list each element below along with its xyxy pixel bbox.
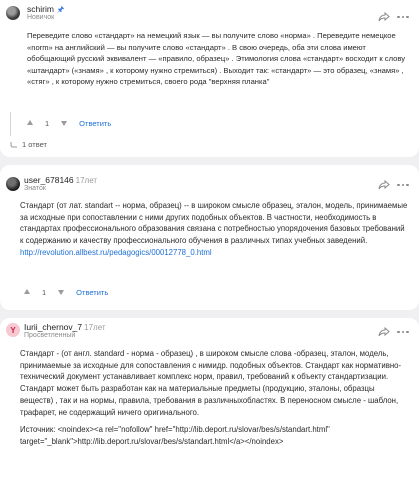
- reply-button[interactable]: Ответить: [76, 288, 108, 297]
- comment-time: 17лет: [75, 176, 98, 185]
- comment-body: Переведите слово «стандарт» на немецкий …: [27, 31, 405, 87]
- user-rank: Просветленный: [24, 332, 76, 339]
- vote-count: 1: [45, 118, 50, 128]
- replies-count: 1 ответ: [22, 140, 47, 149]
- thumb-down-icon[interactable]: [59, 118, 69, 128]
- comment-body: Стандарт (от лат. standart -- норма, обр…: [20, 200, 409, 259]
- thread-line: [10, 112, 11, 136]
- comment-text: Стандарт (от лат. standart -- норма, обр…: [20, 201, 408, 246]
- thumb-up-icon[interactable]: [25, 118, 35, 128]
- comment-card: Y Iurii_chernov_7 17лет Просветленный Ста…: [0, 318, 419, 498]
- user-rank: Знаток: [24, 185, 46, 192]
- comment-actions: 1 Ответить: [25, 116, 111, 130]
- pin-icon: 🖈︎: [56, 5, 65, 14]
- avatar[interactable]: [6, 6, 20, 20]
- replies-toggle[interactable]: 1 ответ: [10, 112, 47, 149]
- more-icon[interactable]: [396, 11, 410, 23]
- comment-card: user_678146 17лет Знаток Стандарт (от лат…: [0, 165, 419, 310]
- more-icon[interactable]: [396, 326, 410, 338]
- comment-time: 17лет: [84, 323, 106, 332]
- share-icon[interactable]: [377, 326, 391, 338]
- avatar[interactable]: [6, 177, 20, 191]
- author-line: user_678146 17лет: [24, 175, 97, 185]
- comment-header: Y Iurii_chernov_7 17лет Просветленный: [0, 318, 419, 348]
- comment-header: user_678146 17лет Знаток: [0, 165, 419, 195]
- thumb-up-icon[interactable]: [22, 287, 32, 297]
- share-icon[interactable]: [377, 11, 391, 23]
- comment-text: Стандарт - (от англ. standard - норма - …: [20, 349, 402, 417]
- username[interactable]: user_678146: [24, 175, 74, 185]
- share-icon[interactable]: [377, 179, 391, 191]
- reply-button[interactable]: Ответить: [79, 119, 111, 128]
- username[interactable]: schirim: [27, 4, 54, 14]
- more-icon[interactable]: [396, 179, 410, 191]
- username[interactable]: Iurii_chernov_7: [24, 322, 82, 332]
- author-line: Iurii_chernov_7 17лет: [24, 322, 106, 332]
- comment-card: schirim 🖈︎ Новичок Переведите слово «стан…: [0, 0, 419, 157]
- thumb-down-icon[interactable]: [56, 287, 66, 297]
- source-link[interactable]: http://revolution.allbest.ru/pedagogics/…: [20, 248, 212, 257]
- comment-body: Стандарт - (от англ. standard - норма - …: [20, 348, 409, 454]
- comment-header: schirim 🖈︎ Новичок: [0, 0, 419, 30]
- user-rank: Новичок: [27, 14, 55, 21]
- source-text: Источник: <noindex><a rel="nofollow" hre…: [20, 425, 330, 446]
- comment-actions: 1 Ответить: [22, 285, 108, 299]
- avatar[interactable]: Y: [6, 323, 20, 337]
- vote-count: 1: [42, 287, 47, 297]
- chevron-icon: [10, 141, 17, 147]
